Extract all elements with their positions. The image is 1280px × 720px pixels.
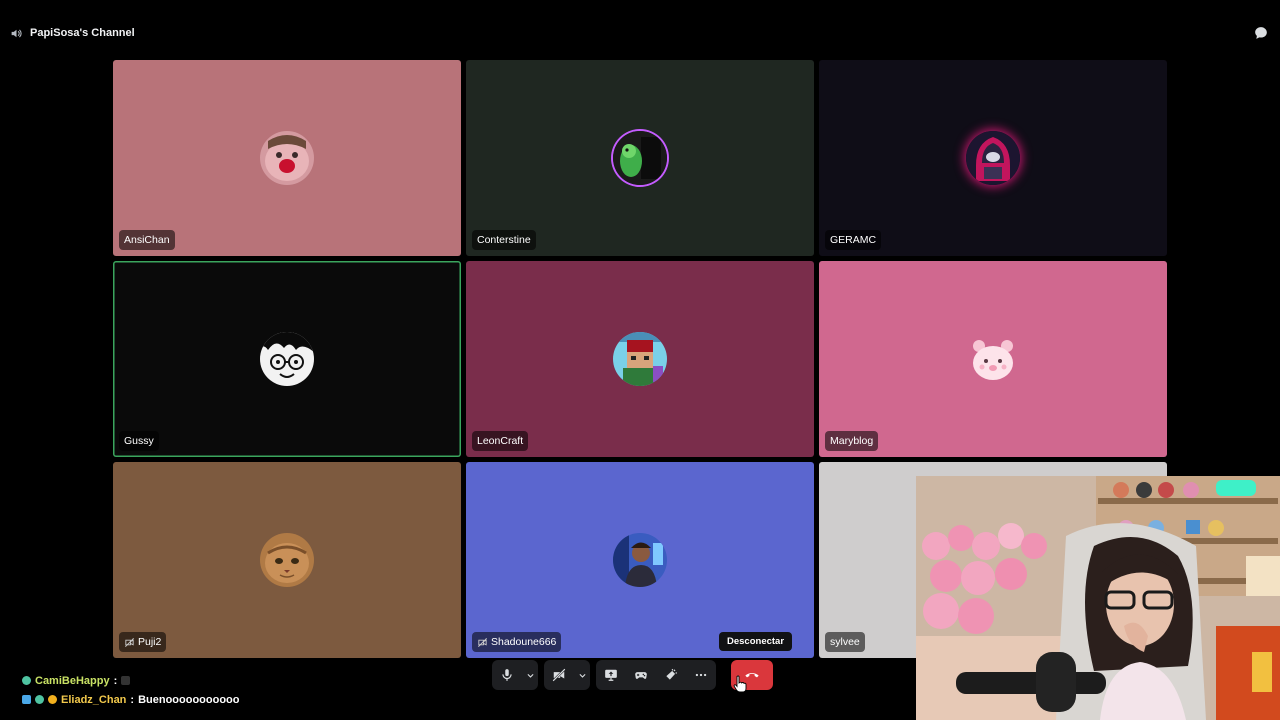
camera-off-icon (478, 637, 487, 647)
channel-name: PapiSosa's Channel (30, 27, 135, 39)
disconnect-tooltip: Desconectar (719, 632, 793, 651)
pink-bear-avatar (966, 332, 1020, 386)
cat-avatar (260, 533, 314, 587)
webcam-overlay (916, 476, 1280, 720)
participant-tile-puji2[interactable]: Puji2 (113, 462, 461, 658)
participant-tile-ansichan[interactable]: AnsiChan (113, 60, 461, 256)
chat-separator: : (113, 674, 118, 687)
soundboard-button[interactable] (656, 660, 686, 690)
soundboard-icon (666, 668, 678, 680)
participant-name-tag: Gussy (119, 431, 159, 451)
chevron-down-icon (526, 673, 534, 678)
screen-share-icon (605, 669, 617, 681)
activities-button[interactable] (626, 660, 656, 690)
participant-name-tag: Maryblog (825, 431, 879, 451)
green-character-avatar (613, 131, 667, 185)
participant-tile-gussy[interactable]: Gussy (113, 261, 461, 457)
chat-badge-icon (22, 695, 31, 704)
participant-name-tag: Conterstine (472, 230, 536, 250)
hand-cursor-icon (733, 675, 747, 693)
participant-name-tag: Shadoune666 (472, 632, 562, 652)
chat-username: CamiBeHappy (35, 674, 110, 687)
channel-header: PapiSosa's Channel (10, 25, 135, 41)
chat-badge-icon (22, 676, 31, 685)
camera-off-icon (125, 637, 134, 647)
more-icon (695, 673, 707, 677)
stream-chat-overlay: CamiBeHappy : Eliadz_Chan : Buenoooooooo… (22, 671, 240, 709)
camera-button[interactable] (544, 660, 574, 690)
chat-badge-icon (48, 695, 57, 704)
participant-tile-geramc[interactable]: GERAMC (819, 60, 1167, 256)
minecraft-skin-avatar (613, 332, 667, 386)
pink-creature-avatar (260, 131, 314, 185)
emote-icon (121, 676, 131, 685)
camera-control-group (544, 660, 590, 690)
participant-tile-shadoune666[interactable]: Shadoune666 (466, 462, 814, 658)
mic-control-group (492, 660, 538, 690)
camera-options-button[interactable] (574, 660, 590, 690)
chat-message: Eliadz_Chan : Buenooooooooooo (22, 690, 240, 709)
person-avatar (613, 533, 667, 587)
microphone-icon (502, 669, 512, 681)
hooded-figure-avatar (966, 131, 1020, 185)
chat-message: CamiBeHappy : (22, 671, 240, 690)
participant-name-tag: LeonCraft (472, 431, 529, 451)
more-options-button[interactable] (686, 660, 716, 690)
participant-tile-conterstine[interactable]: Conterstine (466, 60, 814, 256)
participant-name-tag: GERAMC (825, 230, 882, 250)
activity-control-group (596, 660, 716, 690)
chat-username: Eliadz_Chan (61, 693, 127, 706)
chat-text: Buenooooooooooo (138, 693, 240, 706)
chat-badge-icon (35, 695, 44, 704)
microphone-button[interactable] (492, 660, 522, 690)
participant-tile-maryblog[interactable]: Maryblog (819, 261, 1167, 457)
participant-tile-leoncraft[interactable]: LeonCraft (466, 261, 814, 457)
voice-controls (492, 660, 716, 690)
gamepad-icon (635, 672, 647, 679)
chat-bubble-icon (1255, 27, 1267, 39)
camera-off-icon (552, 668, 566, 682)
speaker-icon (11, 29, 22, 37)
chat-separator: : (130, 693, 135, 706)
participant-name-tag: AnsiChan (119, 230, 175, 250)
chevron-down-icon (578, 673, 586, 678)
participant-name-tag: Puji2 (119, 632, 167, 652)
screen-share-button[interactable] (596, 660, 626, 690)
cartoon-face-avatar (260, 332, 314, 386)
participant-name-tag: sylvee (825, 632, 865, 652)
chat-toggle-button[interactable] (1254, 26, 1268, 40)
mic-options-button[interactable] (522, 660, 538, 690)
